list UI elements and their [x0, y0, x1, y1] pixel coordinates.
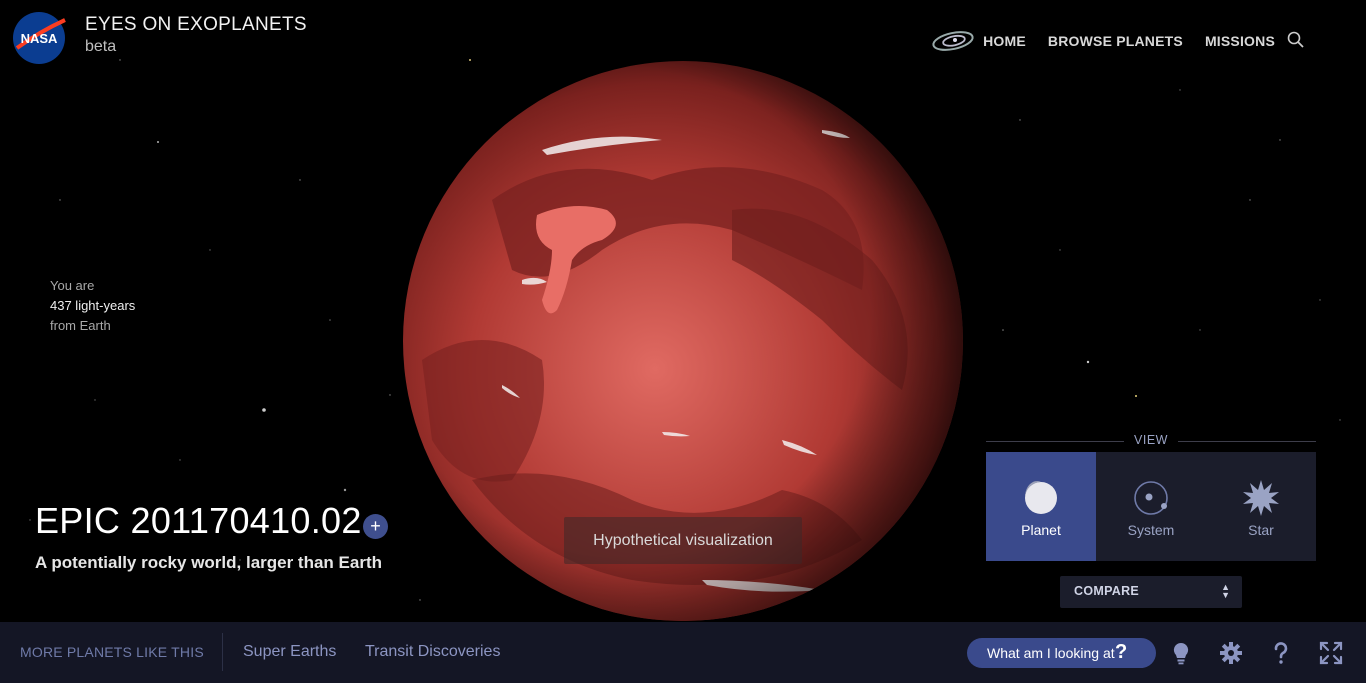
- settings-gear-icon[interactable]: [1218, 640, 1244, 666]
- nav-missions[interactable]: MISSIONS: [1205, 33, 1275, 49]
- what-am-i-looking-at-button[interactable]: What am I looking at ?: [967, 638, 1156, 668]
- distance-prefix: You are: [50, 278, 95, 293]
- category-super-earths[interactable]: Super Earths: [243, 643, 336, 661]
- top-nav: HOME BROWSE PLANETS MISSIONS: [931, 30, 1275, 52]
- view-planet-label: Planet: [1021, 522, 1061, 538]
- logo-text: NASA: [21, 31, 58, 46]
- nav-home[interactable]: HOME: [931, 30, 1026, 52]
- bottom-divider: [222, 633, 223, 671]
- looking-label: What am I looking at: [987, 645, 1115, 661]
- view-divider-right: [1178, 441, 1316, 442]
- app-title: EYES ON EXOPLANETS: [85, 14, 307, 35]
- help-icon[interactable]: [1268, 640, 1294, 666]
- compare-label: COMPARE: [1074, 584, 1140, 598]
- view-planet-button[interactable]: Planet: [986, 452, 1096, 561]
- view-selector: Planet System Star: [986, 452, 1316, 561]
- system-icon: [1134, 481, 1168, 515]
- lightbulb-icon[interactable]: [1168, 640, 1194, 666]
- compare-dropdown[interactable]: COMPARE ▲ ▼: [1060, 576, 1242, 608]
- distance-value: 437 light-years: [50, 298, 136, 313]
- visualization-caption: Hypothetical visualization: [564, 517, 802, 564]
- view-system-label: System: [1127, 522, 1175, 538]
- app-subtitle: beta: [85, 38, 117, 55]
- distance-suffix: from Earth: [50, 318, 111, 333]
- fullscreen-icon[interactable]: [1318, 640, 1344, 666]
- planet-icon: [1024, 481, 1057, 514]
- galaxy-icon: [932, 31, 974, 51]
- nav-home-label: HOME: [983, 33, 1026, 49]
- add-to-compare-button[interactable]: +: [363, 514, 388, 539]
- search-icon[interactable]: [1286, 30, 1306, 50]
- view-system-button[interactable]: System: [1096, 452, 1206, 561]
- planet-description: A potentially rocky world, larger than E…: [35, 553, 382, 572]
- view-heading: VIEW: [1134, 433, 1168, 447]
- planet-name: EPIC 201170410.02: [35, 500, 362, 541]
- view-section-header: VIEW: [986, 432, 1316, 450]
- distance-readout: You are 437 light-years from Earth: [50, 276, 135, 336]
- category-transit-discoveries[interactable]: Transit Discoveries: [365, 643, 500, 661]
- question-mark-icon: ?: [1115, 641, 1128, 663]
- more-planets-label: MORE PLANETS LIKE THIS: [20, 644, 204, 660]
- view-star-label: Star: [1248, 522, 1274, 538]
- nasa-logo[interactable]: NASA: [11, 10, 67, 66]
- bottom-bar: MORE PLANETS LIKE THIS Super Earths Tran…: [0, 622, 1366, 683]
- dropdown-arrows-icon: ▲ ▼: [1221, 582, 1230, 600]
- view-star-button[interactable]: Star: [1206, 452, 1316, 561]
- star-icon: [1243, 480, 1279, 516]
- nav-browse-planets[interactable]: BROWSE PLANETS: [1048, 33, 1183, 49]
